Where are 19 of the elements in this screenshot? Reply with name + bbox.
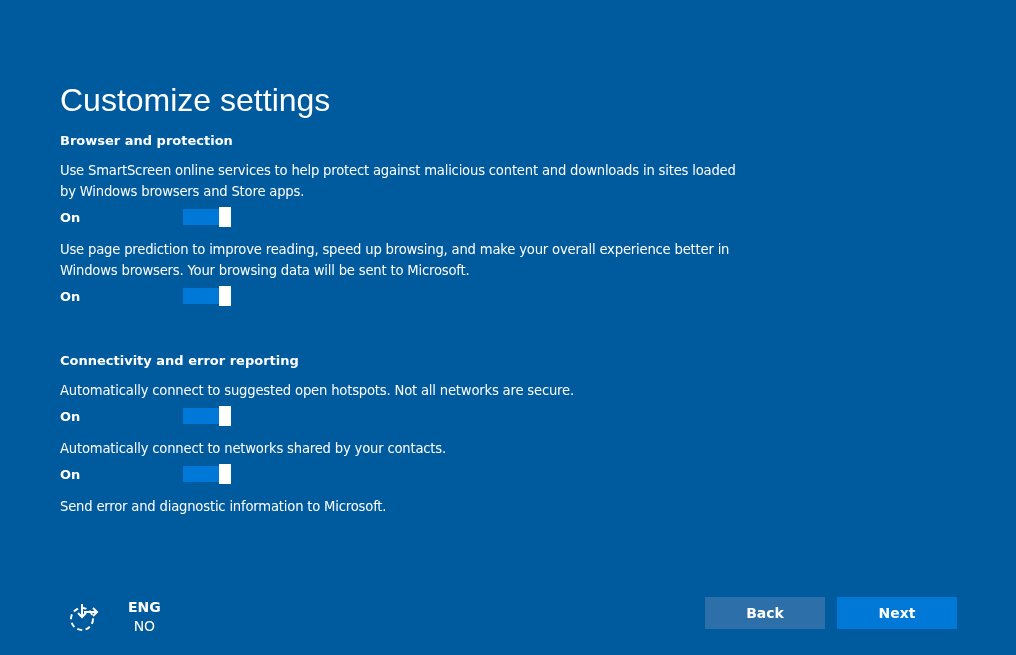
- toggle-state-label: On: [60, 466, 82, 482]
- setting-description: Automatically connect to networks shared by your contacts.: [60, 440, 447, 458]
- back-button[interactable]: Back: [705, 597, 825, 629]
- section-heading: Browser and protection: [60, 132, 234, 150]
- page-title: Customize settings: [60, 81, 332, 120]
- toggle-state-label: On: [60, 408, 82, 424]
- setting-description: Send error and diagnostic information to Microsoft.: [60, 498, 388, 516]
- toggle-switch[interactable]: [181, 286, 231, 306]
- language-indicator[interactable]: ENG NO: [128, 598, 161, 636]
- toggle-switch[interactable]: [181, 406, 231, 426]
- toggle-state-label: On: [60, 209, 82, 225]
- setting-description: Use SmartScreen online services to help protect against malicious content and downloads in sites loaded by Windows browsers and Store apps.: [60, 162, 737, 201]
- toggle-switch[interactable]: [181, 464, 231, 484]
- toggle-switch[interactable]: [181, 207, 231, 227]
- setting-description: Automatically connect to suggested open hotspots. Not all networks are secure.: [60, 382, 575, 400]
- toggle-state-label: On: [60, 288, 82, 304]
- next-button[interactable]: Next: [837, 597, 957, 629]
- setting-description: Use page prediction to improve reading, speed up browsing, and make your overall experience better in Windows browsers. Your browsing data will be sent to Microsoft.: [60, 241, 731, 280]
- section-heading: Connectivity and error reporting: [60, 352, 300, 370]
